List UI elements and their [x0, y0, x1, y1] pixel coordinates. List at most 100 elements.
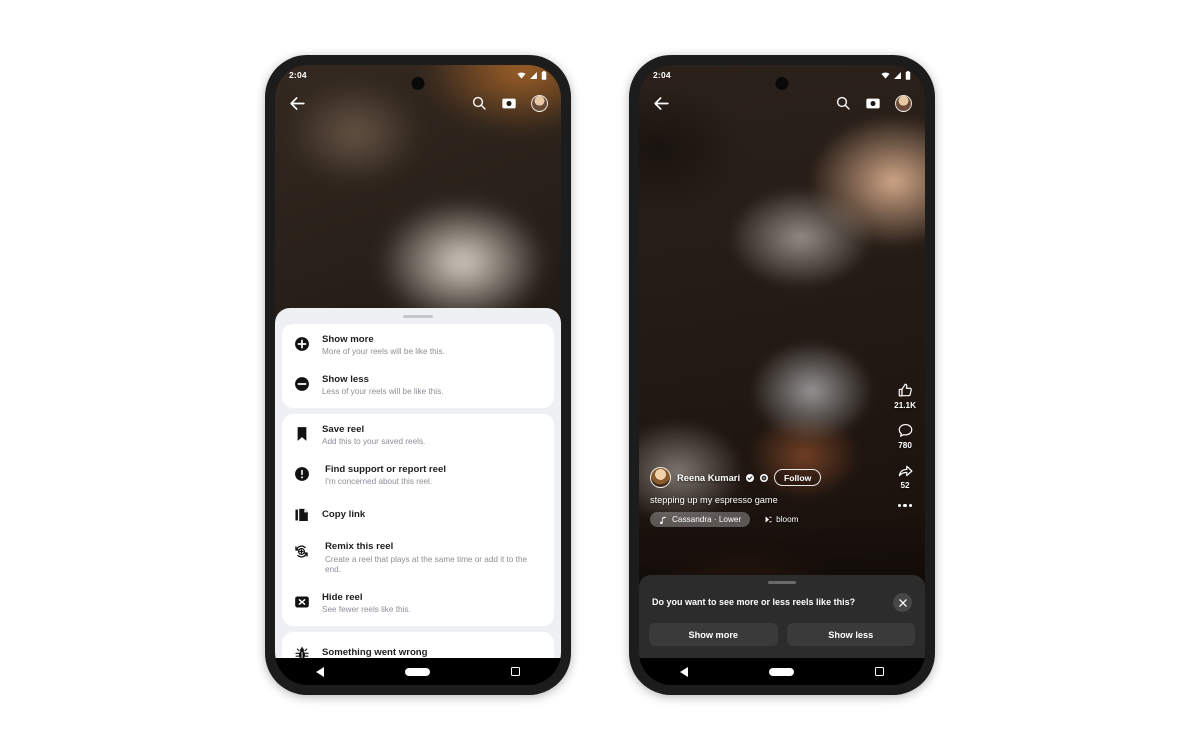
- comment-icon: [898, 423, 912, 437]
- signal-icon: [894, 71, 901, 79]
- like-count: 21.1K: [894, 400, 916, 410]
- camera-punch-hole-left: [411, 77, 425, 90]
- android-nav-bar-right: [639, 658, 925, 685]
- battery-icon: [905, 70, 911, 80]
- status-icons-right: [881, 70, 911, 80]
- audio-attribution-label: Cassandra · Lower: [672, 515, 742, 524]
- reel-author-row: Reena Kumari Follow: [650, 467, 879, 488]
- wifi-icon: [517, 71, 526, 79]
- menu-item-subtitle: I'm concerned about this reel.: [325, 476, 433, 486]
- app-header-right: [639, 87, 925, 119]
- phone-right-screen: 2:04 21.1K 780 52 Reena Kumari Follow st…: [639, 65, 925, 685]
- show-more-button[interactable]: Show more: [649, 623, 778, 646]
- wifi-icon: [881, 71, 890, 79]
- remix-audio-icon: [765, 516, 772, 523]
- menu-item-title: Find support or report reel: [325, 463, 446, 475]
- signal-icon: [530, 71, 537, 79]
- remix-attribution[interactable]: bloom: [763, 515, 798, 524]
- reel-caption: stepping up my espresso game: [650, 495, 778, 505]
- plus-circle-icon: [292, 334, 311, 352]
- menu-item-title: Hide reel: [322, 591, 363, 603]
- feedback-prompt-question: Do you want to see more or less reels li…: [652, 596, 856, 607]
- copy-link-icon: [292, 505, 311, 523]
- thumbs-up-icon: [898, 383, 912, 397]
- share-count: 52: [900, 480, 910, 490]
- app-header-actions-right: [835, 94, 912, 112]
- profile-avatar[interactable]: [895, 94, 912, 112]
- share-button[interactable]: 52: [897, 462, 914, 490]
- camera-punch-hole-right: [775, 77, 789, 90]
- phone-left-screen: 2:04 Show more More of your reels will b…: [275, 65, 561, 685]
- menu-item-title: Copy link: [322, 508, 366, 520]
- menu-item-subtitle: More of your reels will be like this.: [322, 347, 445, 357]
- menu-item-show-more[interactable]: Show more More of your reels will be lik…: [282, 326, 554, 366]
- bookmark-icon: [292, 424, 311, 442]
- menu-item-show-less[interactable]: Show less Less of your reels will be lik…: [282, 366, 554, 406]
- menu-item-title: Show less: [322, 373, 369, 385]
- ai-label-icon: [760, 473, 769, 482]
- share-arrow-icon: [898, 465, 913, 477]
- back-arrow-icon[interactable]: [288, 94, 307, 113]
- remix-icon: [292, 541, 311, 560]
- reel-author-name[interactable]: Reena Kumari: [677, 472, 740, 483]
- app-header-actions-left: [471, 94, 548, 112]
- bug-icon: [292, 644, 311, 658]
- exclamation-circle-icon: [292, 464, 311, 482]
- hide-x-icon: [292, 592, 311, 610]
- app-header-left: [275, 87, 561, 119]
- nav-back-icon[interactable]: [679, 666, 688, 677]
- close-icon[interactable]: [893, 593, 912, 612]
- sheet-drag-handle[interactable]: [403, 315, 433, 318]
- feedback-actions: Show more Show less: [649, 623, 915, 646]
- back-arrow-icon[interactable]: [652, 94, 671, 113]
- nav-back-icon[interactable]: [315, 666, 324, 677]
- camera-icon[interactable]: [501, 95, 517, 111]
- reel-attribution-row: Cassandra · Lower bloom: [650, 512, 879, 527]
- menu-item-copy-link[interactable]: Copy link: [282, 495, 554, 533]
- menu-item-hide-reel[interactable]: Hide reel See fewer reels like this.: [282, 584, 554, 624]
- reel-options-bottom-sheet: Show more More of your reels will be lik…: [275, 308, 561, 658]
- menu-item-save-reel[interactable]: Save reel Add this to your saved reels.: [282, 416, 554, 456]
- screenshot-canvas: 2:04 Show more More of your reels will b…: [0, 0, 1200, 750]
- menu-group-feedback: Show more More of your reels will be lik…: [282, 324, 554, 408]
- menu-item-something-went-wrong[interactable]: Something went wrong: [282, 634, 554, 658]
- minus-circle-icon: [292, 374, 311, 392]
- verified-icon: [746, 473, 755, 482]
- comment-button[interactable]: 780: [897, 422, 914, 450]
- like-button[interactable]: 21.1K: [894, 382, 916, 410]
- profile-avatar[interactable]: [531, 94, 548, 112]
- camera-icon[interactable]: [865, 95, 881, 111]
- nav-recents-icon[interactable]: [875, 667, 885, 676]
- menu-item-title: Remix this reel: [325, 541, 394, 553]
- reel-meta-overlay: Reena Kumari Follow stepping up my espre…: [650, 467, 879, 527]
- avatar[interactable]: [650, 467, 671, 488]
- status-clock-right: 2:04: [653, 70, 671, 80]
- sheet-drag-handle[interactable]: [768, 581, 796, 584]
- search-icon[interactable]: [835, 95, 851, 111]
- menu-item-title: Show more: [322, 334, 374, 345]
- search-icon[interactable]: [471, 95, 487, 111]
- follow-button[interactable]: Follow: [774, 469, 822, 486]
- show-less-button[interactable]: Show less: [786, 623, 915, 646]
- menu-item-find-support-or-report[interactable]: Find support or report reel I'm concerne…: [282, 456, 554, 496]
- nav-home-icon[interactable]: [768, 667, 794, 676]
- audio-attribution-pill[interactable]: Cassandra · Lower: [650, 512, 751, 527]
- music-note-icon: [660, 516, 666, 524]
- menu-item-remix-this-reel[interactable]: Remix this reel Create a reel that plays…: [282, 533, 554, 584]
- menu-item-subtitle: Less of your reels will be like this.: [322, 387, 444, 397]
- battery-icon: [541, 70, 547, 80]
- menu-item-title: Save reel: [322, 423, 365, 435]
- comment-count: 780: [898, 440, 912, 450]
- phone-right: 2:04 21.1K 780 52 Reena Kumari Follow st…: [629, 55, 935, 695]
- feedback-prompt-sheet: Do you want to see more or less reels li…: [639, 575, 925, 658]
- status-icons-left: [517, 70, 547, 80]
- status-clock-left: 2:04: [289, 70, 307, 80]
- menu-group-actions: Save reel Add this to your saved reels. …: [282, 413, 554, 626]
- nav-home-icon[interactable]: [404, 667, 430, 676]
- menu-item-subtitle: See fewer reels like this.: [322, 605, 411, 615]
- menu-item-subtitle: Create a reel that plays at the same tim…: [325, 554, 528, 575]
- reel-engagement-rail: 21.1K 780 52: [894, 382, 916, 507]
- nav-recents-icon[interactable]: [511, 667, 521, 676]
- remix-attribution-label: bloom: [776, 515, 799, 524]
- more-options-icon[interactable]: [897, 503, 913, 507]
